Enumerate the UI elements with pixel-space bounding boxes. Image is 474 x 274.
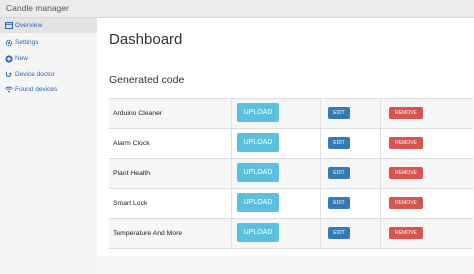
column-divider — [231, 129, 232, 158]
sidebar-item-label: New — [15, 55, 29, 62]
column-divider — [231, 189, 232, 218]
table-row: Alarm Clock UPLOAD EDIT REMOVE — [109, 129, 473, 159]
sidebar: Overview Settings New Device doctor Foun… — [0, 18, 97, 274]
code-name: Arduino Cleaner — [113, 110, 163, 117]
code-name: Alarm Clock — [113, 140, 150, 147]
sidebar-item-overview[interactable]: Overview — [0, 18, 97, 33]
sidebar-item-new[interactable]: New — [0, 51, 97, 66]
column-divider — [320, 99, 321, 128]
table-row: Smart Lock UPLOAD EDIT REMOVE — [109, 189, 473, 219]
remove-button[interactable]: REMOVE — [389, 227, 423, 239]
footer-area — [97, 256, 474, 274]
section-title: Generated code — [109, 74, 185, 86]
edit-button[interactable]: EDIT — [328, 107, 350, 119]
generated-code-table: Arduino Cleaner UPLOAD EDIT REMOVE Alarm… — [109, 98, 473, 249]
column-divider — [320, 129, 321, 158]
edit-button[interactable]: EDIT — [328, 197, 350, 209]
dashboard-icon — [4, 21, 13, 30]
column-divider — [380, 219, 381, 248]
window-title: Candle manager — [6, 3, 69, 13]
gear-icon — [4, 38, 13, 47]
edit-button[interactable]: EDIT — [328, 137, 350, 149]
column-divider — [231, 219, 232, 248]
stethoscope-icon — [4, 70, 13, 79]
sidebar-item-label: Device doctor — [15, 71, 55, 78]
edit-button[interactable]: EDIT — [328, 167, 350, 179]
code-name: Plant Health — [113, 170, 151, 177]
upload-button[interactable]: UPLOAD — [237, 193, 279, 212]
wifi-icon — [4, 85, 13, 94]
remove-button[interactable]: REMOVE — [389, 107, 423, 119]
main-content: Dashboard Generated code Arduino Cleaner… — [97, 18, 474, 262]
column-divider — [320, 219, 321, 248]
window-titlebar: Candle manager — [0, 0, 474, 18]
column-divider — [380, 189, 381, 218]
edit-button[interactable]: EDIT — [328, 227, 350, 239]
column-divider — [320, 189, 321, 218]
sidebar-item-settings[interactable]: Settings — [0, 35, 97, 50]
remove-button[interactable]: REMOVE — [389, 167, 423, 179]
column-divider — [380, 99, 381, 128]
upload-button[interactable]: UPLOAD — [237, 223, 279, 242]
remove-button[interactable]: REMOVE — [389, 137, 423, 149]
column-divider — [231, 159, 232, 188]
upload-button[interactable]: UPLOAD — [237, 133, 279, 152]
table-row: Temperature And More UPLOAD EDIT REMOVE — [109, 219, 473, 249]
sidebar-item-label: Found devices — [15, 86, 58, 93]
upload-button[interactable]: UPLOAD — [237, 163, 279, 182]
column-divider — [231, 99, 232, 128]
code-name: Smart Lock — [113, 200, 148, 207]
sidebar-item-label: Settings — [15, 39, 39, 46]
column-divider — [320, 159, 321, 188]
sidebar-item-device-doctor[interactable]: Device doctor — [0, 67, 97, 82]
code-name: Temperature And More — [113, 230, 183, 237]
column-divider — [380, 129, 381, 158]
upload-button[interactable]: UPLOAD — [237, 103, 279, 122]
page-title: Dashboard — [109, 31, 183, 48]
table-row: Arduino Cleaner UPLOAD EDIT REMOVE — [109, 99, 473, 129]
remove-button[interactable]: REMOVE — [389, 197, 423, 209]
sidebar-item-label: Overview — [15, 22, 43, 29]
column-divider — [380, 159, 381, 188]
plus-circle-icon — [4, 54, 13, 63]
sidebar-item-found-devices[interactable]: Found devices — [0, 82, 97, 97]
table-row: Plant Health UPLOAD EDIT REMOVE — [109, 159, 473, 189]
